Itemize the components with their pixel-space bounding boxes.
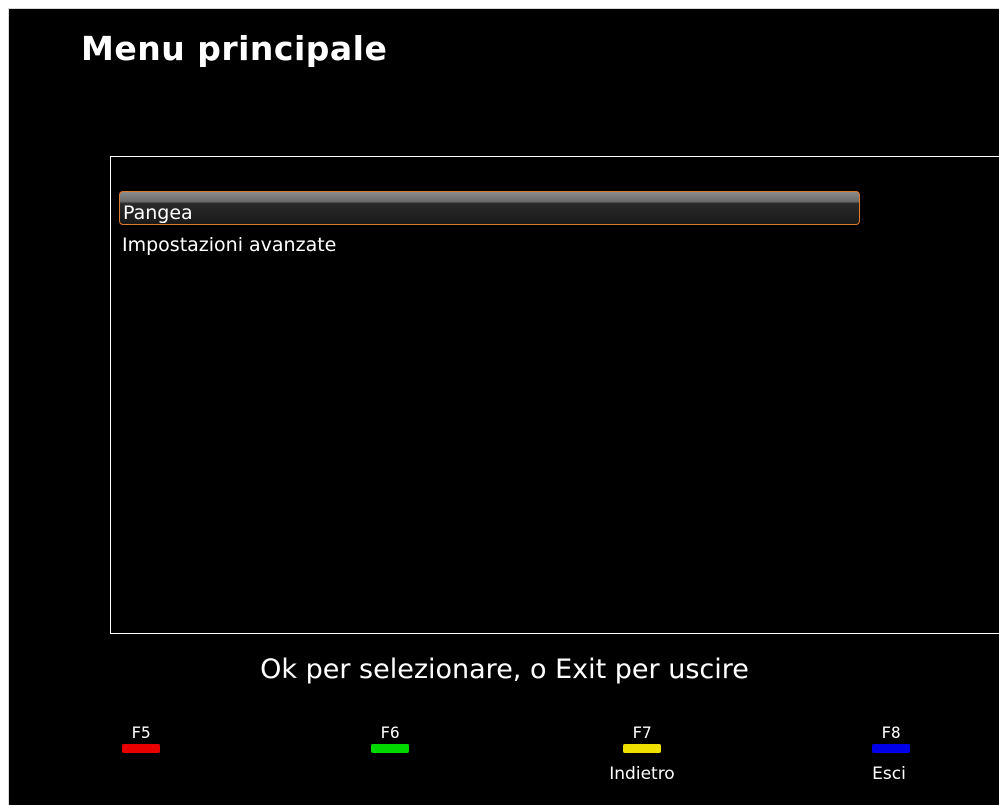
f7-action-label: Indietro <box>609 764 675 784</box>
green-color-bar <box>371 744 409 753</box>
f5-red-button[interactable]: F5 <box>119 724 163 764</box>
f8-key-label: F8 <box>881 723 901 742</box>
f7-key-label: F7 <box>632 723 652 742</box>
menu-item-pangea[interactable]: Pangea <box>119 191 860 225</box>
yellow-color-bar <box>623 744 661 753</box>
f6-key-label: F6 <box>380 723 400 742</box>
menu-item-impostazioni-avanzate[interactable]: Impostazioni avanzate <box>119 225 860 259</box>
blue-color-bar <box>872 744 910 753</box>
menu-item-label: Impostazioni avanzate <box>122 234 337 256</box>
f7-yellow-button[interactable]: F7 Indietro <box>609 723 674 785</box>
page-title: Menu principale <box>81 29 388 68</box>
f5-key-label: F5 <box>131 723 151 742</box>
f8-action-label: Esci <box>872 764 906 784</box>
menu-list: Pangea Impostazioni avanzate <box>119 191 999 259</box>
menu-item-label: Pangea <box>123 202 193 224</box>
f8-blue-button[interactable]: F8 Esci <box>869 724 913 784</box>
menu-panel: Pangea Impostazioni avanzate <box>110 156 999 634</box>
f6-green-button[interactable]: F6 <box>368 724 412 764</box>
tv-screen: Menu principale Pangea Impostazioni avan… <box>8 8 999 805</box>
red-color-bar <box>122 744 160 753</box>
navigation-hint: Ok per selezionare, o Exit per uscire <box>260 654 749 685</box>
